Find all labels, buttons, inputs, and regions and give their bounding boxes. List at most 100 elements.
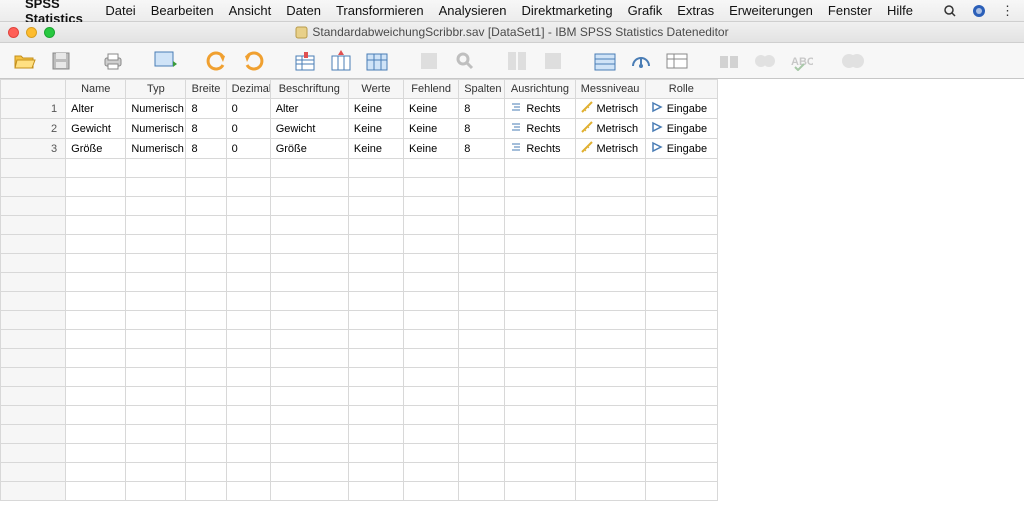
menu-erweiterungen[interactable]: Erweiterungen: [729, 3, 813, 18]
window-close-button[interactable]: [8, 27, 19, 38]
cell-beschriftung[interactable]: Größe: [270, 139, 348, 159]
table-row[interactable]: 20: [1, 463, 718, 482]
cell-name[interactable]: Gewicht: [66, 119, 126, 139]
recall-dialog-button[interactable]: [150, 46, 180, 76]
row-number[interactable]: 4: [1, 159, 66, 178]
cell-typ[interactable]: Numerisch: [126, 139, 186, 159]
table-row[interactable]: 7: [1, 216, 718, 235]
cell-breite[interactable]: 8: [186, 139, 226, 159]
cell-typ[interactable]: Numerisch: [126, 99, 186, 119]
row-number[interactable]: 20: [1, 463, 66, 482]
cell-messniveau[interactable]: Metrisch: [575, 139, 645, 159]
cell-werte[interactable]: Keine: [348, 139, 403, 159]
row-number[interactable]: 13: [1, 330, 66, 349]
save-button[interactable]: [46, 46, 76, 76]
menu-transformieren[interactable]: Transformieren: [336, 3, 424, 18]
row-number[interactable]: 9: [1, 254, 66, 273]
row-number[interactable]: 18: [1, 425, 66, 444]
show-all-button[interactable]: [714, 46, 744, 76]
row-number[interactable]: 8: [1, 235, 66, 254]
table-row[interactable]: 15: [1, 368, 718, 387]
menu-daten[interactable]: Daten: [286, 3, 321, 18]
select-cases-button[interactable]: [590, 46, 620, 76]
spellcheck-button[interactable]: ABC: [786, 46, 816, 76]
table-row[interactable]: 8: [1, 235, 718, 254]
extensions-button[interactable]: [838, 46, 868, 76]
row-number[interactable]: 1: [1, 99, 66, 119]
menu-hilfe[interactable]: Hilfe: [887, 3, 913, 18]
table-row[interactable]: 1AlterNumerisch80AlterKeineKeine8RechtsM…: [1, 99, 718, 119]
table-row[interactable]: 3GrößeNumerisch80GrößeKeineKeine8RechtsM…: [1, 139, 718, 159]
menu-grafik[interactable]: Grafik: [628, 3, 663, 18]
window-maximize-button[interactable]: [44, 27, 55, 38]
goto-variable-button[interactable]: [326, 46, 356, 76]
cell-breite[interactable]: 8: [186, 119, 226, 139]
table-row[interactable]: 17: [1, 406, 718, 425]
table-row[interactable]: 21: [1, 482, 718, 501]
value-labels-button[interactable]: [626, 46, 656, 76]
print-button[interactable]: [98, 46, 128, 76]
col-beschriftung[interactable]: Beschriftung: [270, 80, 348, 99]
table-row[interactable]: 5: [1, 178, 718, 197]
menu-fenster[interactable]: Fenster: [828, 3, 872, 18]
cell-spalten[interactable]: 8: [459, 139, 505, 159]
table-row[interactable]: 12: [1, 311, 718, 330]
row-number[interactable]: 7: [1, 216, 66, 235]
cell-werte[interactable]: Keine: [348, 99, 403, 119]
find-button[interactable]: [450, 46, 480, 76]
row-number[interactable]: 10: [1, 273, 66, 292]
table-row[interactable]: 14: [1, 349, 718, 368]
cell-spalten[interactable]: 8: [459, 99, 505, 119]
table-row[interactable]: 10: [1, 273, 718, 292]
cell-fehlend[interactable]: Keine: [404, 99, 459, 119]
undo-button[interactable]: [202, 46, 232, 76]
cell-fehlend[interactable]: Keine: [404, 139, 459, 159]
row-number[interactable]: 12: [1, 311, 66, 330]
cell-ausrichtung[interactable]: Rechts: [505, 99, 575, 119]
row-number[interactable]: 2: [1, 119, 66, 139]
table-row[interactable]: 18: [1, 425, 718, 444]
row-number[interactable]: 21: [1, 482, 66, 501]
row-number[interactable]: 19: [1, 444, 66, 463]
row-number[interactable]: 6: [1, 197, 66, 216]
cell-breite[interactable]: 8: [186, 99, 226, 119]
menu-bearbeiten[interactable]: Bearbeiten: [151, 3, 214, 18]
split-file-button[interactable]: [502, 46, 532, 76]
menu-analysieren[interactable]: Analysieren: [439, 3, 507, 18]
col-dezimal[interactable]: Dezimal...: [226, 80, 270, 99]
row-number[interactable]: 14: [1, 349, 66, 368]
col-spalten[interactable]: Spalten: [459, 80, 505, 99]
row-number[interactable]: 15: [1, 368, 66, 387]
cell-werte[interactable]: Keine: [348, 119, 403, 139]
custom-attributes-button[interactable]: [750, 46, 780, 76]
cell-name[interactable]: Größe: [66, 139, 126, 159]
menu-extra-icon[interactable]: ⋮: [1001, 4, 1014, 18]
row-number[interactable]: 11: [1, 292, 66, 311]
col-ausrichtung[interactable]: Ausrichtung: [505, 80, 575, 99]
table-row[interactable]: 13: [1, 330, 718, 349]
cell-fehlend[interactable]: Keine: [404, 119, 459, 139]
redo-button[interactable]: [238, 46, 268, 76]
cell-messniveau[interactable]: Metrisch: [575, 119, 645, 139]
table-row[interactable]: 4: [1, 159, 718, 178]
col-name[interactable]: Name: [66, 80, 126, 99]
cell-rolle[interactable]: Eingabe: [645, 119, 717, 139]
row-number[interactable]: 3: [1, 139, 66, 159]
window-minimize-button[interactable]: [26, 27, 37, 38]
open-file-button[interactable]: [10, 46, 40, 76]
cell-rolle[interactable]: Eingabe: [645, 99, 717, 119]
cell-ausrichtung[interactable]: Rechts: [505, 139, 575, 159]
cell-spalten[interactable]: 8: [459, 119, 505, 139]
col-typ[interactable]: Typ: [126, 80, 186, 99]
spotlight-icon[interactable]: [943, 4, 957, 18]
menu-datei[interactable]: Datei: [105, 3, 135, 18]
cell-ausrichtung[interactable]: Rechts: [505, 119, 575, 139]
table-row[interactable]: 19: [1, 444, 718, 463]
run-button[interactable]: [414, 46, 444, 76]
col-fehlend[interactable]: Fehlend: [404, 80, 459, 99]
goto-case-button[interactable]: [290, 46, 320, 76]
col-rolle[interactable]: Rolle: [645, 80, 717, 99]
table-row[interactable]: 2GewichtNumerisch80GewichtKeineKeine8Rec…: [1, 119, 718, 139]
col-werte[interactable]: Werte: [348, 80, 403, 99]
variables-button[interactable]: [362, 46, 392, 76]
